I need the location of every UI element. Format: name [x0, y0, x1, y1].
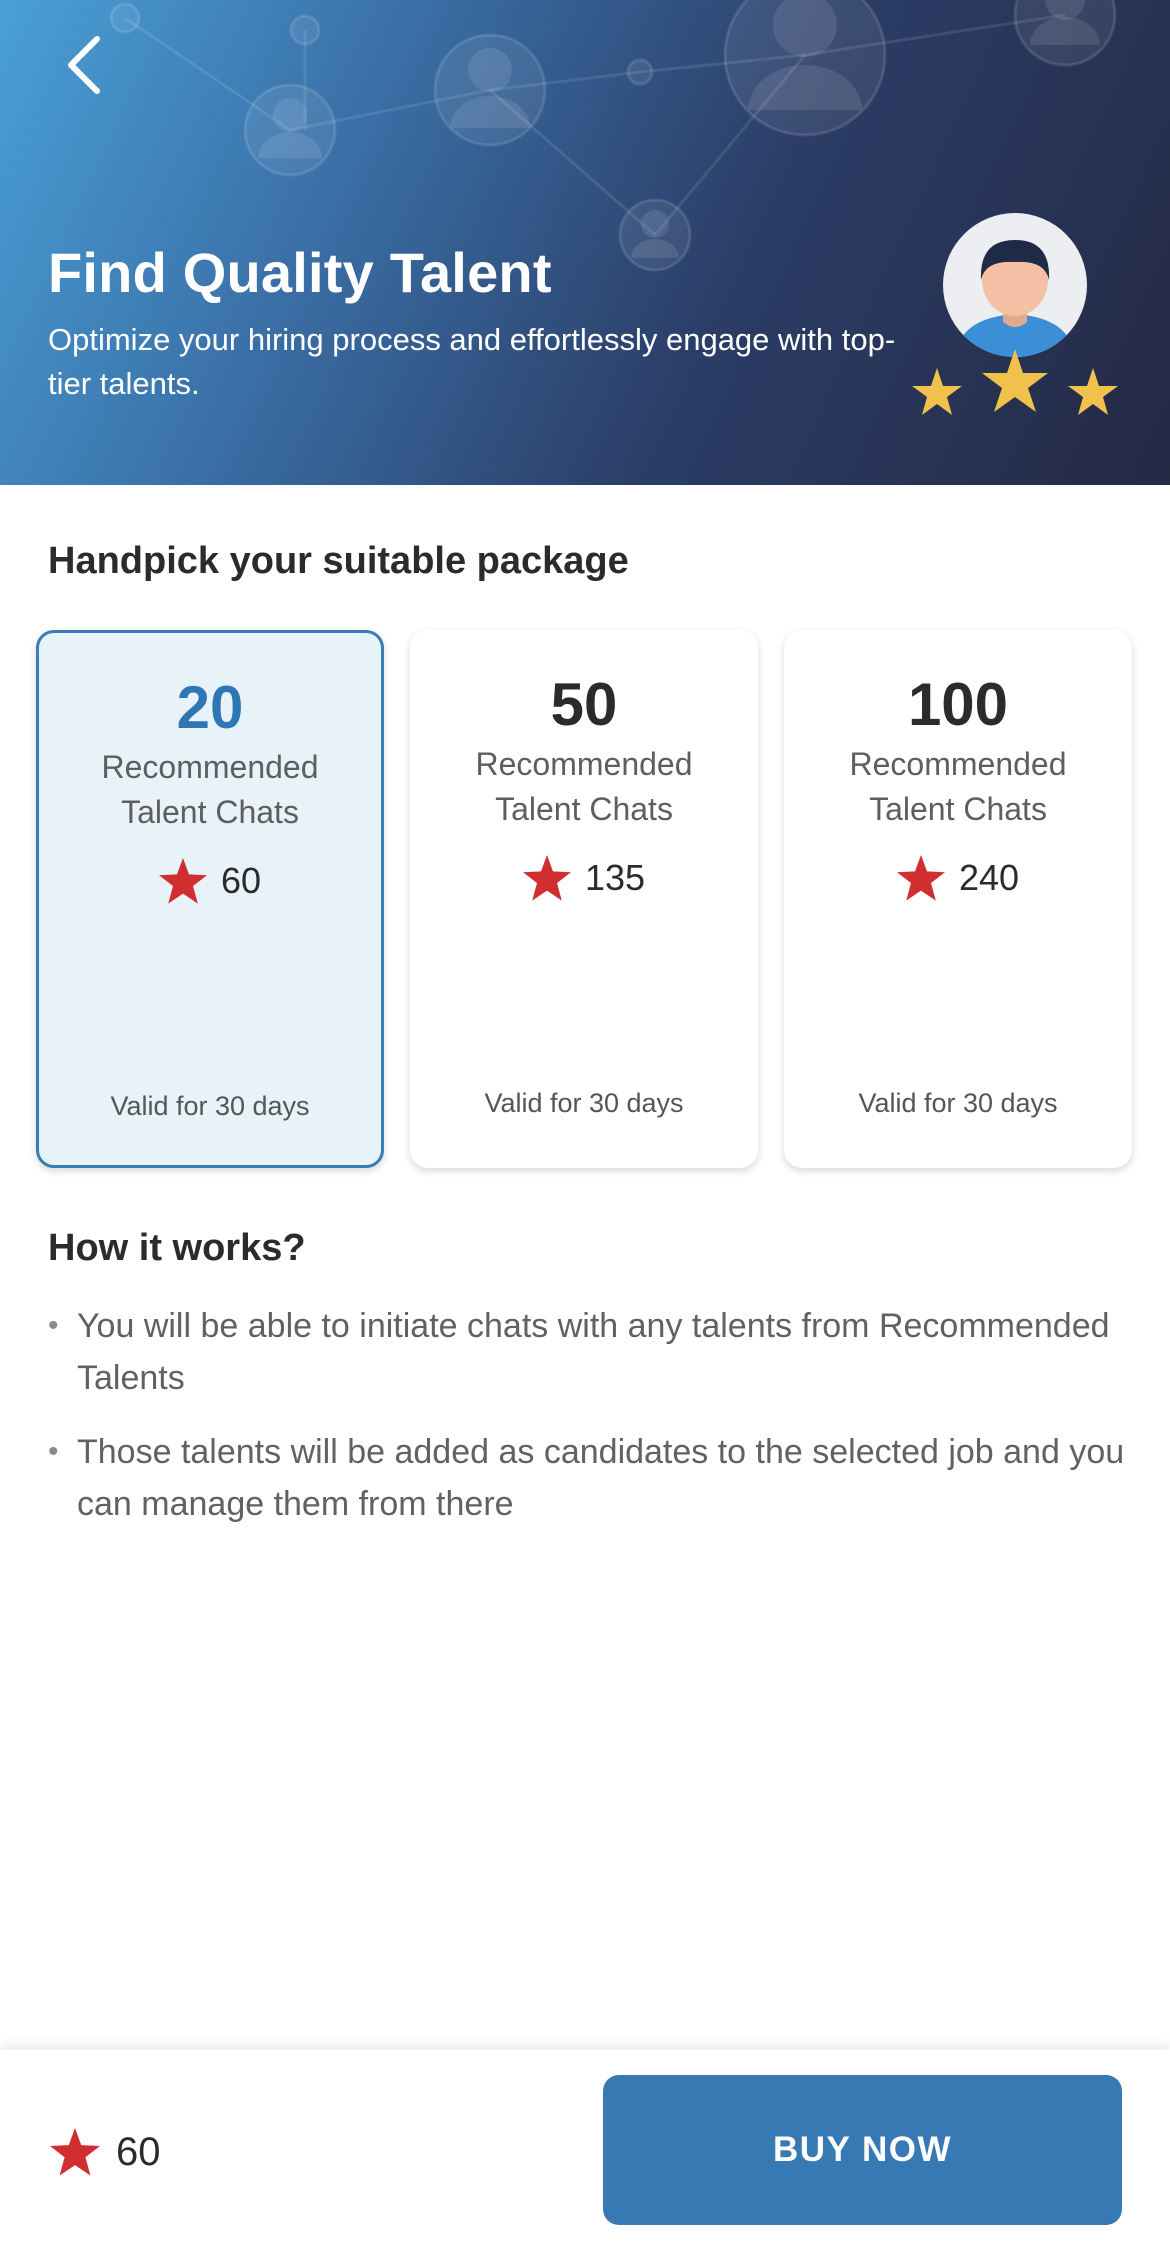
how-it-works-title: How it works?: [48, 1227, 306, 1269]
list-item-text: Those talents will be added as candidate…: [77, 1433, 1125, 1523]
star-icon: [896, 855, 945, 901]
page-subtitle: Optimize your hiring process and effortl…: [48, 322, 896, 401]
how-it-works-list: • You will be able to initiate chats wit…: [48, 1300, 1128, 1552]
package-price-value: 60: [220, 860, 262, 901]
list-item-text: You will be able to initiate chats with …: [77, 1307, 1110, 1397]
package-price: 60: [39, 858, 381, 904]
package-chat-count: 20: [176, 674, 244, 741]
package-section-title: Handpick your suitable package: [48, 540, 629, 582]
page-title: Find Quality Talent: [48, 241, 552, 304]
star-icon: [522, 855, 571, 901]
package-price-value: 135: [584, 857, 646, 898]
package-validity: Valid for 30 days: [110, 1091, 310, 1121]
package-validity: Valid for 30 days: [484, 1088, 684, 1118]
list-item: • You will be able to initiate chats wit…: [48, 1300, 1128, 1404]
package-price-value: 240: [958, 857, 1020, 898]
buy-now-button[interactable]: BUY NOW: [603, 2075, 1122, 2225]
chevron-left-icon: [68, 36, 100, 94]
star-icon: [50, 2128, 100, 2176]
package-chat-count: 100: [907, 671, 1009, 738]
selected-price-value: 60: [116, 2129, 161, 2174]
bullet-icon: •: [48, 1435, 59, 1468]
package-description: Recommended Talent Chats: [39, 745, 381, 835]
package-card-50[interactable]: 50 Recommended Talent Chats 135 Valid fo…: [410, 630, 758, 1168]
package-description-line: Talent Chats: [869, 791, 1047, 827]
talent-avatar-with-stars-icon: [912, 213, 1118, 415]
hero-banner: Find Quality Talent Optimize your hiring…: [0, 0, 1170, 485]
selected-price-summary: 60: [50, 2128, 161, 2176]
package-price: 135: [410, 855, 758, 901]
list-item: • Those talents will be added as candida…: [48, 1426, 1128, 1530]
package-chat-count: 50: [550, 671, 618, 738]
package-price: 240: [784, 855, 1132, 901]
package-description-line: Recommended: [101, 749, 319, 785]
package-description: Recommended Talent Chats: [410, 742, 758, 832]
package-validity: Valid for 30 days: [858, 1088, 1058, 1118]
package-description-line: Recommended: [475, 746, 693, 782]
package-description-line: Talent Chats: [495, 791, 673, 827]
bottom-action-bar: 60 BUY NOW: [0, 2050, 1170, 2258]
bullet-icon: •: [48, 1309, 59, 1342]
package-card-100[interactable]: 100 Recommended Talent Chats 240 Valid f…: [784, 630, 1132, 1168]
star-icon: [158, 858, 207, 904]
package-description-line: Talent Chats: [121, 794, 299, 830]
package-card-20[interactable]: 20 Recommended Talent Chats 60 Valid for…: [36, 630, 384, 1168]
back-button[interactable]: [50, 30, 120, 100]
package-description-line: Recommended: [849, 746, 1067, 782]
package-description: Recommended Talent Chats: [784, 742, 1132, 832]
